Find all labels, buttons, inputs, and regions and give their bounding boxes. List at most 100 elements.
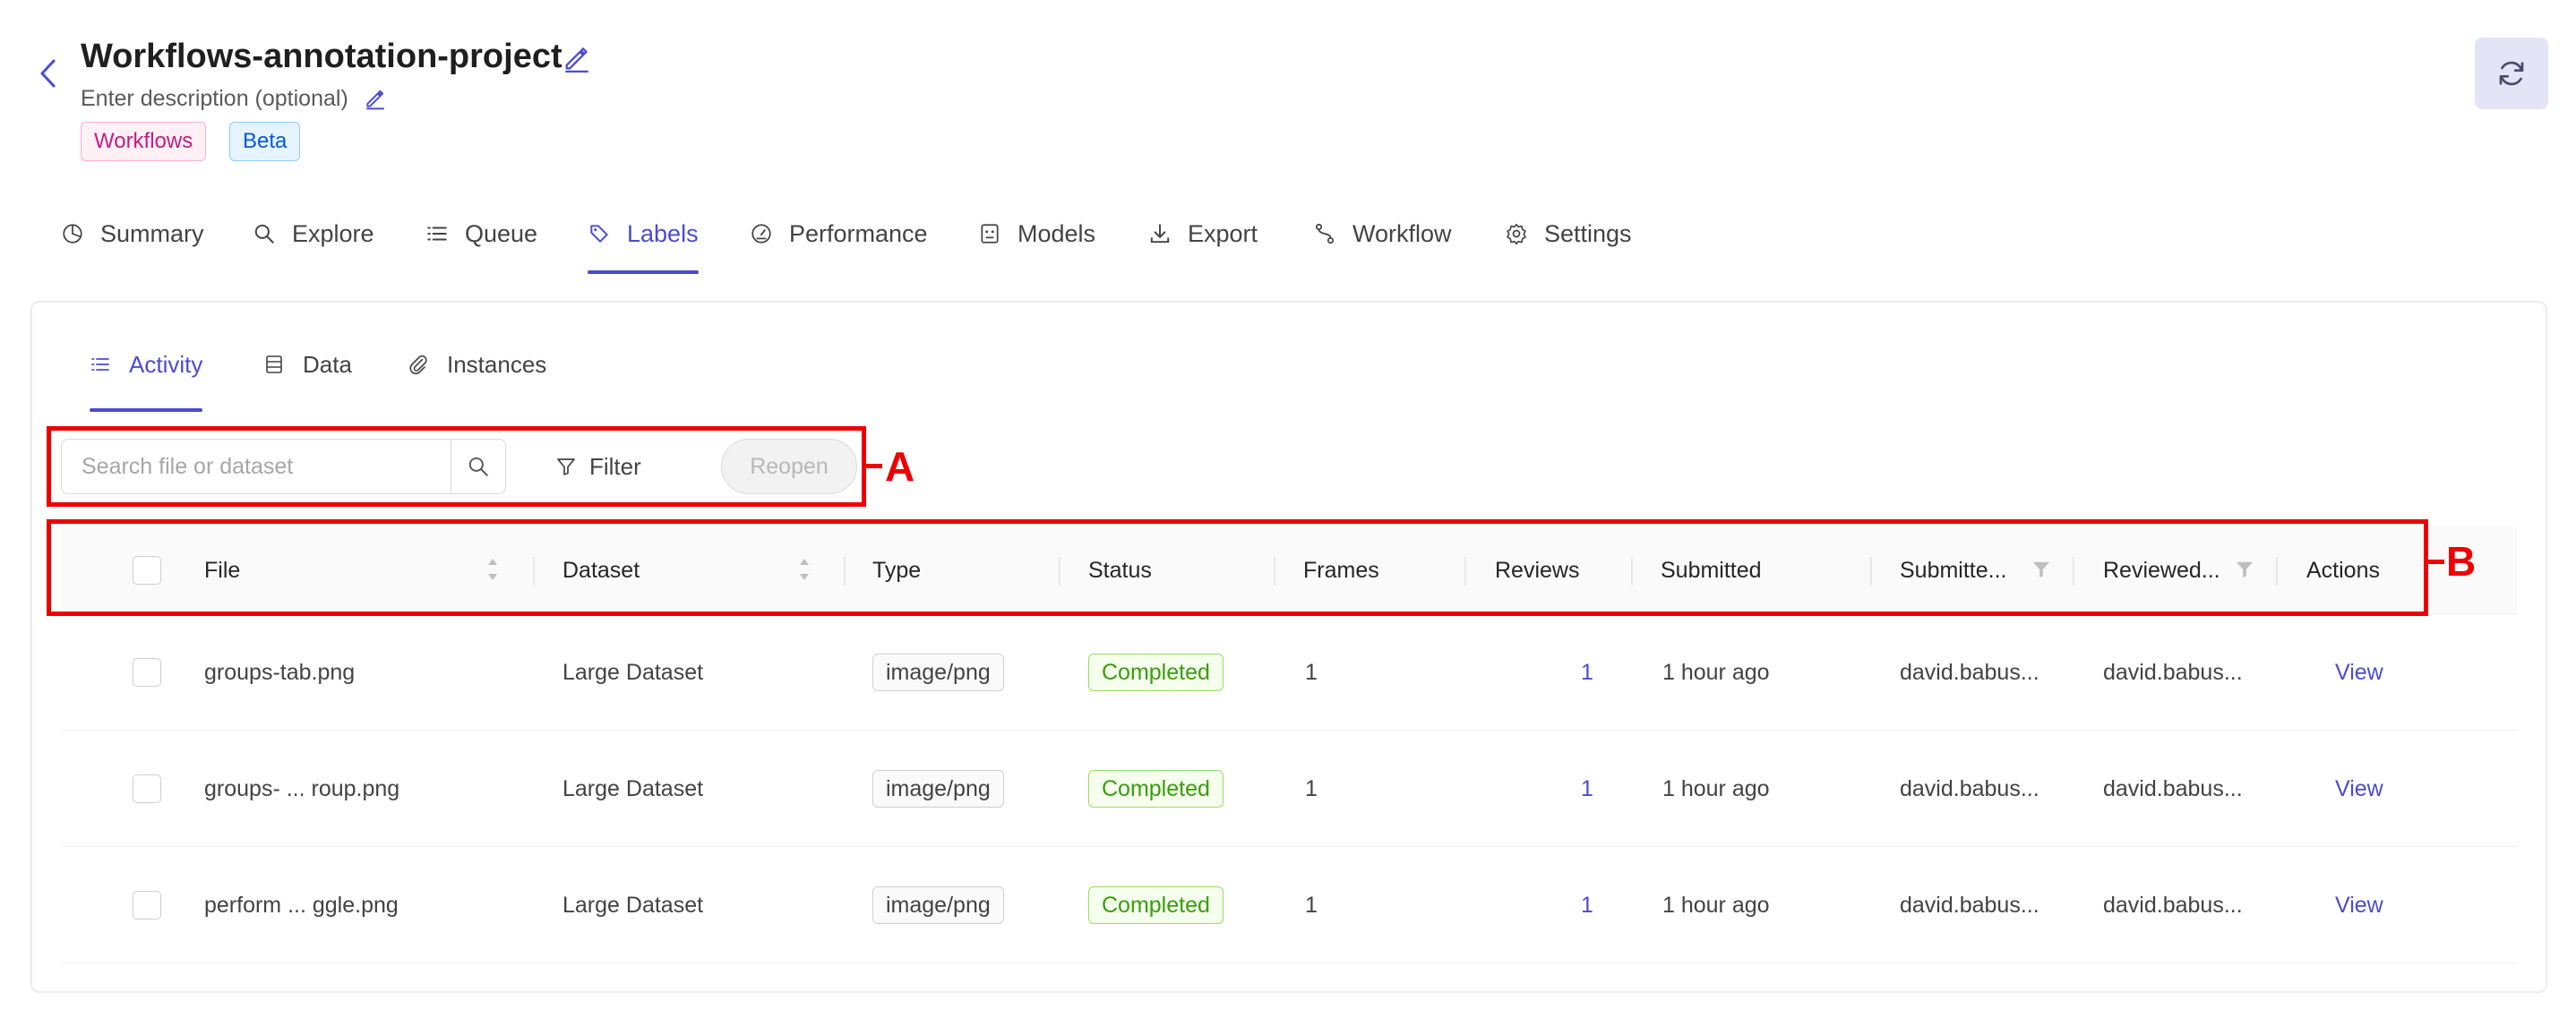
annotation-label-b: B: [2446, 538, 2477, 585]
subtab-instances[interactable]: Instances: [408, 351, 546, 412]
view-link[interactable]: View: [2335, 614, 2383, 731]
column-separator: [1274, 557, 1275, 586]
row-checkbox[interactable]: [133, 658, 161, 687]
chevron-left-icon: [40, 59, 56, 88]
tab-labels[interactable]: Labels: [588, 208, 699, 278]
column-header-status: Status: [1088, 557, 1152, 583]
table-row: groups- ... roup.png Large Dataset image…: [61, 731, 2517, 847]
type-tag: image/png: [872, 770, 1004, 808]
paperclip-icon: [409, 355, 427, 374]
back-button[interactable]: [34, 56, 63, 91]
subtab-label: Instances: [447, 351, 547, 378]
view-link[interactable]: View: [2335, 847, 2383, 963]
subtab-label: Activity: [129, 351, 203, 378]
cell-submitted: 1 hour ago: [1662, 659, 1770, 685]
cell-status: Completed: [1088, 614, 1224, 731]
search-button[interactable]: [451, 439, 506, 494]
column-header-dataset[interactable]: Dataset: [562, 526, 640, 614]
column-filter-icon[interactable]: [2031, 560, 2051, 579]
column-separator: [844, 557, 846, 586]
cell-type: image/png: [872, 614, 1004, 731]
subtab-data[interactable]: Data: [263, 351, 352, 412]
tab-label: Summary: [100, 220, 204, 247]
tab-queue[interactable]: Queue: [425, 208, 537, 278]
cell-reviewed-by: david.babus...: [2103, 775, 2243, 801]
row-checkbox[interactable]: [133, 774, 161, 803]
cell-dataset: Large Dataset: [562, 775, 704, 801]
column-separator: [2073, 557, 2074, 586]
tab-label: Queue: [465, 220, 538, 247]
tab-performance[interactable]: Performance: [750, 208, 928, 278]
tab-models[interactable]: Models: [978, 208, 1095, 278]
column-separator: [1631, 557, 1633, 586]
list-icon: [427, 227, 447, 241]
tab-label: Settings: [1544, 220, 1632, 247]
edit-title-icon[interactable]: [562, 43, 592, 73]
annotation-tick-b: [2428, 560, 2444, 564]
subtab-activity[interactable]: Activity: [90, 351, 203, 412]
tab-settings[interactable]: Settings: [1505, 208, 1632, 278]
tab-label: Explore: [292, 220, 374, 247]
workflows-tag: Workflows: [81, 122, 207, 161]
download-icon: [1150, 224, 1170, 244]
cell-dataset: Large Dataset: [562, 659, 704, 685]
tab-label: Labels: [627, 220, 699, 247]
cell-submitted-by: david.babus...: [1900, 659, 2039, 685]
column-filter-icon[interactable]: [2235, 560, 2254, 579]
gear-icon: [1507, 223, 1526, 245]
subtab-label: Data: [303, 351, 352, 378]
annotation-label-a: A: [885, 443, 915, 490]
cell-frames: 1: [1305, 659, 1318, 685]
status-badge: Completed: [1088, 770, 1224, 808]
tab-summary[interactable]: Summary: [61, 208, 204, 278]
column-header-actions: Actions: [2306, 557, 2380, 583]
refresh-button[interactable]: [2475, 38, 2548, 109]
column-separator: [533, 557, 535, 586]
column-header-reviewed-by: Reviewed...: [2103, 557, 2220, 583]
filter-label: Filter: [589, 452, 641, 480]
cell-reviews-link[interactable]: 1: [1581, 731, 1593, 847]
sort-icon[interactable]: [797, 553, 811, 586]
refresh-icon: [2499, 61, 2524, 86]
project-title: Workflows-annotation-project: [81, 38, 562, 75]
cell-submitted-by: david.babus...: [1900, 775, 2039, 801]
main-tabs: Summary Explore Queue Labels Performance…: [0, 208, 2576, 278]
robot-icon: [981, 224, 999, 244]
column-separator: [1059, 557, 1060, 586]
search-icon: [254, 224, 274, 244]
column-separator: [1870, 557, 1872, 586]
reopen-button[interactable]: Reopen: [721, 439, 857, 494]
project-description[interactable]: Enter description (optional): [81, 86, 348, 112]
cell-submitted: 1 hour ago: [1662, 775, 1770, 801]
column-header-submitted-by: Submitte...: [1900, 557, 2007, 583]
column-header-file[interactable]: File: [204, 526, 240, 614]
sort-icon[interactable]: [485, 553, 500, 586]
tab-label: Workflow: [1352, 220, 1452, 247]
cell-reviewed-by: david.babus...: [2103, 892, 2243, 918]
tab-workflow[interactable]: Workflow: [1313, 208, 1452, 278]
select-all-checkbox[interactable]: [133, 556, 161, 585]
row-checkbox[interactable]: [133, 891, 161, 920]
tab-export[interactable]: Export: [1148, 208, 1258, 278]
status-badge: Completed: [1088, 654, 1224, 691]
cell-submitted: 1 hour ago: [1662, 892, 1770, 918]
search-input[interactable]: [61, 439, 451, 494]
tab-label: Performance: [789, 220, 928, 247]
tab-label: Models: [1018, 220, 1096, 247]
tab-label: Export: [1188, 220, 1258, 247]
filter-icon: [557, 458, 575, 475]
cell-status: Completed: [1088, 731, 1224, 847]
filter-button[interactable]: Filter: [555, 439, 641, 494]
edit-description-icon[interactable]: [364, 87, 387, 110]
cell-type: image/png: [872, 847, 1004, 963]
column-header-reviews: Reviews: [1495, 557, 1580, 583]
cell-file: perform ... ggle.png: [204, 892, 399, 918]
column-separator: [2276, 557, 2278, 586]
cell-reviews-link[interactable]: 1: [1581, 847, 1593, 963]
cell-submitted-by: david.babus...: [1900, 892, 2039, 918]
tab-explore[interactable]: Explore: [253, 208, 374, 278]
cell-type: image/png: [872, 731, 1004, 847]
cell-reviews-link[interactable]: 1: [1581, 614, 1593, 731]
view-link[interactable]: View: [2335, 731, 2383, 847]
cell-dataset: Large Dataset: [562, 892, 704, 918]
